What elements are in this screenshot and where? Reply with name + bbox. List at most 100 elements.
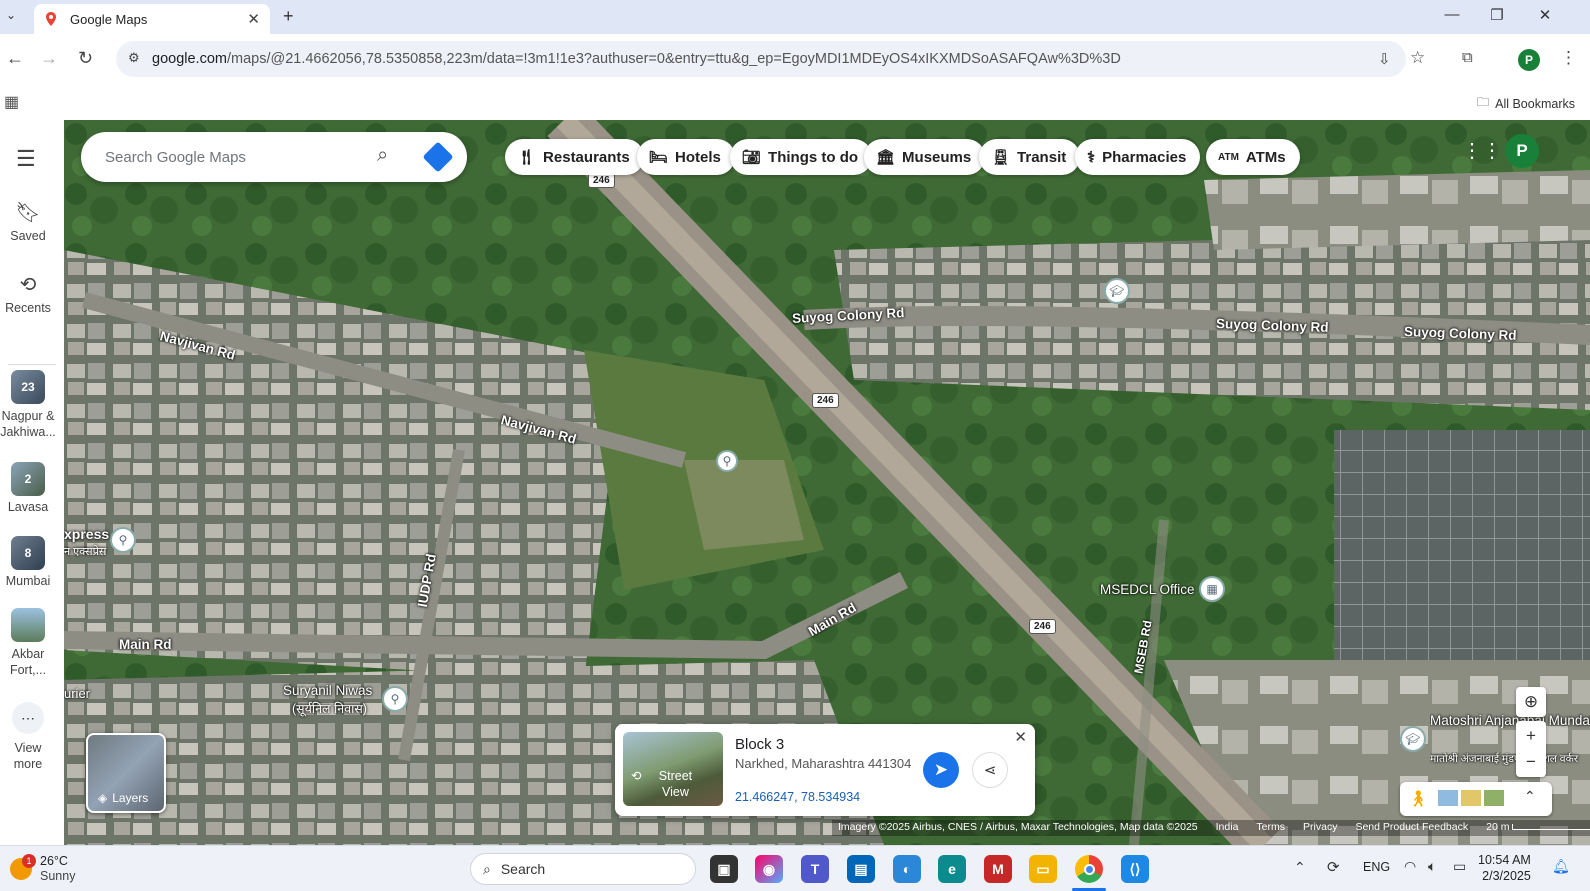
my-location-button[interactable]: ⊕: [1516, 687, 1546, 717]
address-bar[interactable]: ⚙ google.com/maps/@21.4662056,78.5350858…: [116, 41, 1406, 77]
sync-icon[interactable]: ⟳: [1327, 858, 1340, 876]
bookmark-star-icon[interactable]: ☆: [1410, 48, 1425, 68]
poi-label-suryanil-niwas[interactable]: Suryanil Niwas: [283, 683, 372, 698]
battery-icon[interactable]: ▭: [1453, 858, 1466, 875]
chip-label: ATMs: [1245, 148, 1286, 166]
all-bookmarks-button[interactable]: 🗀 All Bookmarks: [1477, 93, 1575, 114]
vscode-icon[interactable]: ⟨⟩: [1121, 855, 1149, 883]
recent-place-lavasa[interactable]: 2 Lavasa: [0, 462, 56, 514]
saved-button[interactable]: 🔖︎ Saved: [0, 200, 56, 243]
bed-icon: 🛏︎: [649, 149, 669, 166]
directions-icon[interactable]: [422, 141, 454, 173]
feedback-link[interactable]: Send Product Feedback: [1355, 821, 1468, 835]
restore-icon[interactable]: ❐: [1482, 6, 1512, 24]
layers-button[interactable]: ◈ Layers: [86, 733, 166, 813]
school-pin-icon[interactable]: 🎓︎: [1104, 278, 1130, 304]
windows-start-icon[interactable]: [428, 855, 454, 881]
map-view-thumbnail[interactable]: [1438, 790, 1458, 806]
weather-temp: 26°C: [40, 854, 68, 868]
share-button[interactable]: ⋖: [972, 752, 1008, 788]
directions-icon: ➤: [933, 760, 949, 779]
privacy-link[interactable]: Privacy: [1303, 821, 1337, 835]
view-more-button[interactable]: ⋯ View more: [0, 702, 56, 772]
notification-bell-icon[interactable]: 🔔︎: [1552, 858, 1570, 875]
place-pin-icon[interactable]: ⚲: [716, 450, 738, 472]
recent-place-akbar-fort[interactable]: Akbar Fort,...: [0, 608, 56, 678]
site-info-icon[interactable]: ⚙: [128, 50, 140, 66]
edge-icon[interactable]: e: [938, 855, 966, 883]
street-view-thumbnail[interactable]: ⟲ Street View: [623, 732, 723, 806]
poi-label-matoshri[interactable]: Matoshri Anjanabai Mundafale So: [1430, 713, 1590, 728]
poi-pin-icon[interactable]: ⚲: [110, 527, 136, 553]
reload-icon[interactable]: ↻: [78, 48, 93, 69]
zoom-out-icon[interactable]: −: [1526, 749, 1536, 775]
new-tab-button[interactable]: +: [283, 6, 294, 27]
clock[interactable]: 10:54 AM 2/3/2025: [1478, 852, 1531, 884]
chip-pharmacies[interactable]: ⚕ Pharmacies: [1075, 139, 1201, 175]
security-shield-icon[interactable]: M: [984, 855, 1012, 883]
teams-icon[interactable]: T: [801, 855, 829, 883]
extensions-icon[interactable]: ⧉: [1462, 49, 1473, 66]
terms-link[interactable]: Terms: [1256, 821, 1285, 835]
poi-pin-icon[interactable]: ⚲: [382, 686, 408, 712]
scale-bar[interactable]: 20 m: [1486, 821, 1590, 835]
expand-chevron-icon[interactable]: ⌃: [1524, 788, 1536, 805]
taskbar-search-label: Search: [500, 861, 546, 877]
forward-icon[interactable]: →: [40, 48, 58, 69]
account-avatar[interactable]: P: [1505, 134, 1539, 168]
window-close-icon[interactable]: ✕: [1530, 6, 1560, 24]
poi-label-express[interactable]: xpress: [64, 526, 109, 542]
poi-label-courier[interactable]: urier: [64, 686, 90, 701]
tab-google-maps[interactable]: Google Maps ✕: [34, 4, 270, 34]
apps-grid-icon[interactable]: ▦: [4, 92, 19, 112]
task-view-icon[interactable]: ▣: [710, 855, 738, 883]
tray-chevron-icon[interactable]: ⌃: [1294, 859, 1306, 876]
terrain-view-thumbnail[interactable]: [1461, 790, 1481, 806]
photos-icon[interactable]: ◐: [893, 855, 921, 883]
chip-hotels[interactable]: 🛏︎ Hotels: [637, 139, 735, 175]
place-coordinates[interactable]: 21.466247, 78.534934: [735, 790, 860, 804]
recent-place-mumbai[interactable]: 8 Mumbai: [0, 536, 56, 588]
hamburger-menu-icon[interactable]: ☰: [16, 146, 36, 172]
chip-transit[interactable]: 🚆︎ Transit: [979, 139, 1081, 175]
camera-icon: 📷︎: [742, 149, 762, 166]
back-icon[interactable]: ←: [6, 48, 24, 69]
file-explorer-icon[interactable]: ▭: [1029, 855, 1057, 883]
card-close-button[interactable]: ✕: [1014, 728, 1027, 746]
search-input[interactable]: [105, 148, 365, 166]
chrome-icon[interactable]: [1075, 855, 1103, 883]
globe-view-thumbnail[interactable]: [1484, 790, 1504, 806]
recent-place-nagpur[interactable]: 23 Nagpur & Jakhiwa...: [0, 370, 56, 440]
profile-avatar[interactable]: P: [1518, 49, 1540, 71]
recents-button[interactable]: ⟲ Recents: [0, 272, 56, 315]
chip-things-to-do[interactable]: 📷︎ Things to do: [730, 139, 873, 175]
school-pin-icon[interactable]: 🎓︎: [1400, 726, 1426, 752]
india-link[interactable]: India: [1216, 821, 1239, 835]
store-icon[interactable]: ▤: [847, 855, 875, 883]
history-icon: ⟲: [19, 274, 37, 296]
chip-museums[interactable]: 🏛︎ Museums: [864, 139, 986, 175]
minimize-icon[interactable]: —: [1437, 6, 1467, 23]
language-indicator[interactable]: ENG: [1363, 860, 1390, 874]
tab-search-chevron-icon[interactable]: ⌄: [6, 8, 16, 22]
office-pin-icon[interactable]: ▦: [1199, 576, 1225, 602]
copilot-icon[interactable]: ◉: [755, 855, 783, 883]
chip-restaurants[interactable]: 🍴︎ Restaurants: [505, 139, 644, 175]
map-canvas[interactable]: Suyog Colony Rd Suyog Colony Rd Suyog Co…: [64, 120, 1590, 845]
install-app-icon[interactable]: ⇩: [1378, 50, 1391, 68]
weather-widget[interactable]: 1 26°C Sunny: [10, 854, 75, 884]
tab-close-icon[interactable]: ✕: [247, 10, 260, 28]
road-label-main: Main Rd: [119, 637, 172, 652]
saved-label: Saved: [10, 229, 46, 243]
poi-label-msedcl-office[interactable]: MSEDCL Office: [1100, 582, 1195, 597]
taskbar-search-box[interactable]: ⌕ Search: [470, 853, 696, 885]
zoom-in-icon[interactable]: +: [1526, 723, 1536, 749]
pegman-icon[interactable]: 🚶︎: [1408, 789, 1428, 809]
chip-atms[interactable]: ATM ATMs: [1206, 139, 1300, 175]
browser-menu-icon[interactable]: ⋮: [1560, 48, 1577, 68]
directions-button[interactable]: ➤: [923, 752, 959, 788]
wifi-icon[interactable]: ◠: [1404, 858, 1416, 875]
search-icon[interactable]: ⌕: [377, 144, 388, 167]
highway-shield-246: 246: [1029, 619, 1056, 634]
volume-icon[interactable]: 🔈︎: [1428, 858, 1436, 875]
